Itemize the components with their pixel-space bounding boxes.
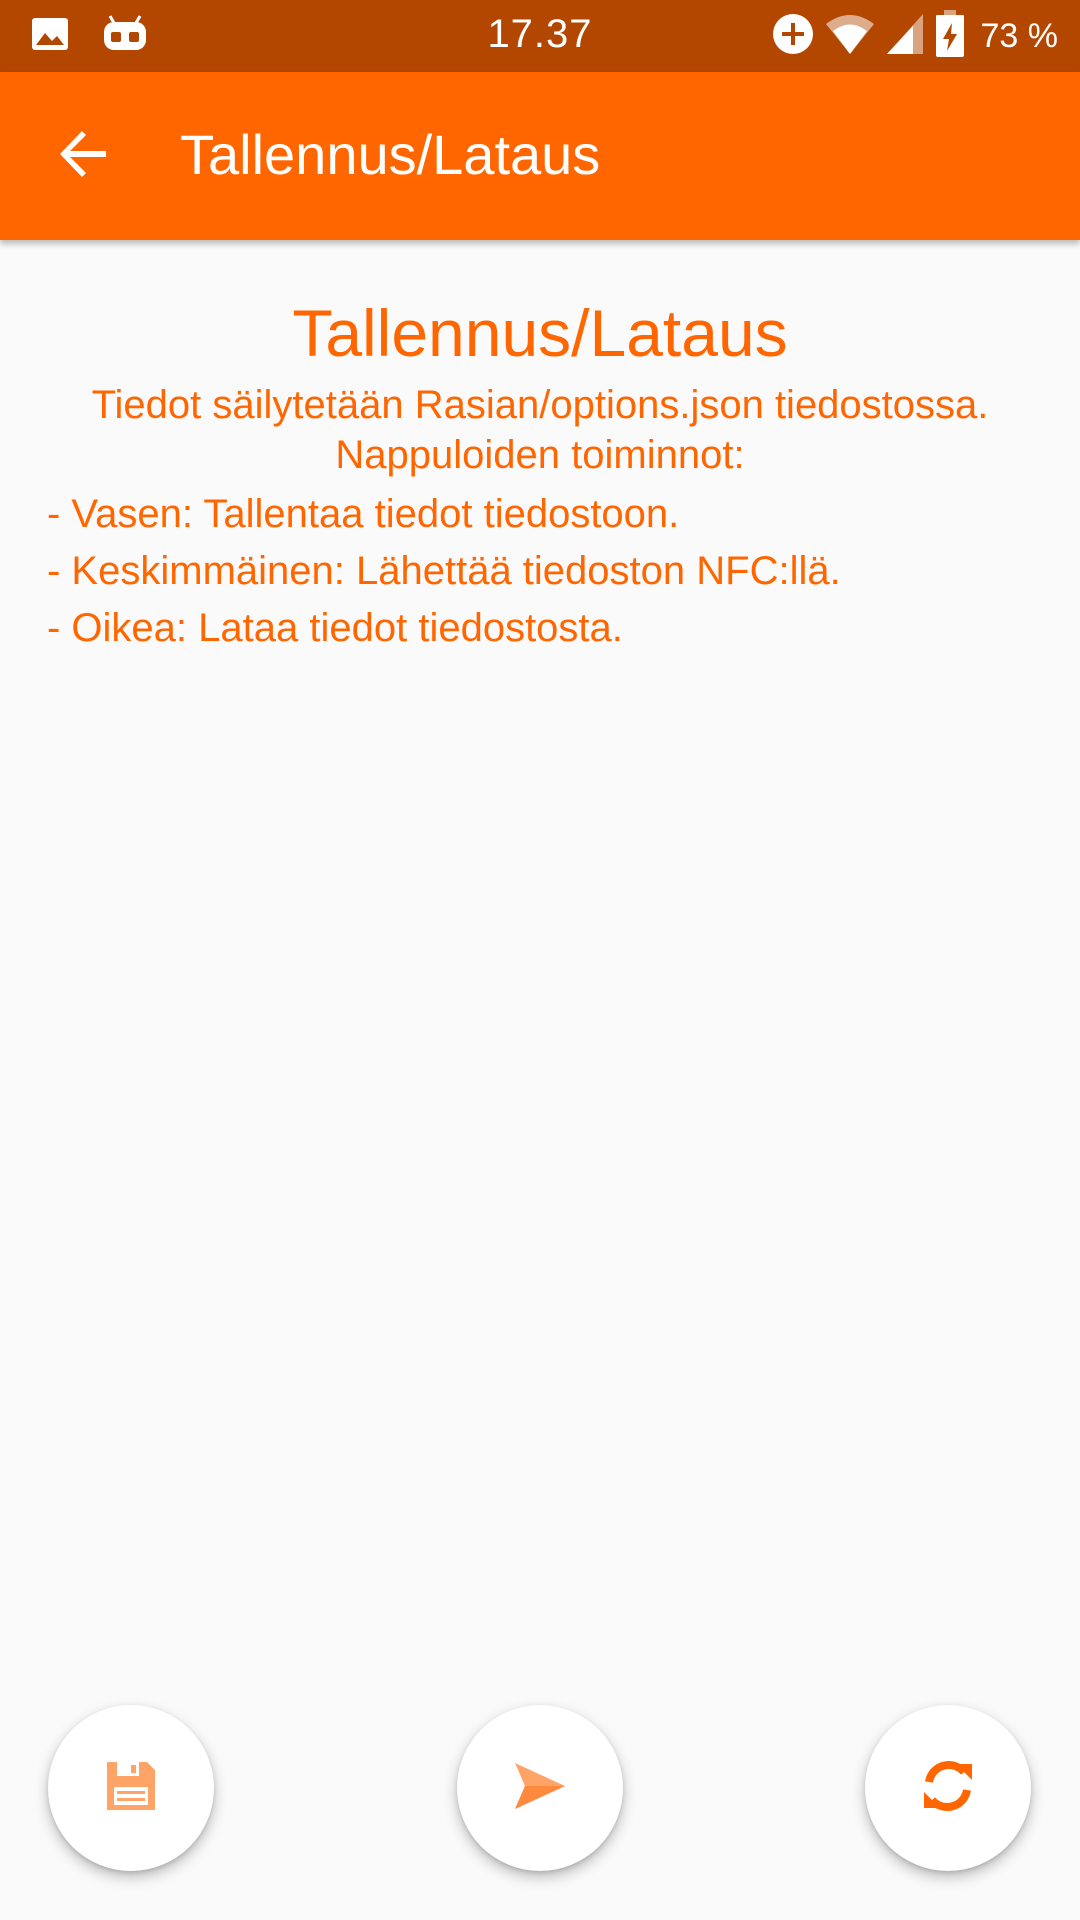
- status-bar-right: 73 %: [771, 9, 1059, 63]
- list-item: - Vasen: Tallentaa tiedot tiedostoon.: [47, 492, 680, 536]
- back-button[interactable]: [46, 118, 122, 194]
- description: Tiedot säilytetään Rasian/options.json t…: [0, 380, 1080, 480]
- load-button[interactable]: [865, 1705, 1031, 1871]
- app-bar: Tallennus/Lataus: [0, 72, 1080, 240]
- content: Tallennus/Lataus Tiedot säilytetään Rasi…: [0, 240, 1080, 657]
- send-nfc-button[interactable]: [457, 1705, 623, 1871]
- list-item: - Oikea: Lataa tiedot tiedostosta.: [47, 606, 623, 650]
- status-bar: 17.37 73 %: [0, 0, 1080, 72]
- wifi-icon: [825, 12, 875, 61]
- cell-signal-icon: [885, 12, 925, 61]
- data-saver-icon: [771, 12, 815, 61]
- arrow-back-icon: [58, 128, 110, 185]
- save-button[interactable]: [48, 1705, 214, 1871]
- button-help-list: - Vasen: Tallentaa tiedot tiedostoon. - …: [0, 486, 1080, 657]
- save-icon: [103, 1758, 159, 1819]
- list-item: - Keskimmäinen: Lähettää tiedoston NFC:l…: [47, 549, 841, 593]
- description-line-2: Nappuloiden toiminnot:: [335, 433, 745, 477]
- description-line-1: Tiedot säilytetään Rasian/options.json t…: [91, 383, 989, 427]
- send-icon: [513, 1761, 567, 1816]
- app-bar-title: Tallennus/Lataus: [180, 123, 601, 186]
- refresh-icon: [918, 1756, 978, 1821]
- battery-percent: 73 %: [980, 16, 1059, 55]
- battery-charging-icon: [935, 9, 965, 63]
- page-title: Tallennus/Lataus: [292, 296, 788, 370]
